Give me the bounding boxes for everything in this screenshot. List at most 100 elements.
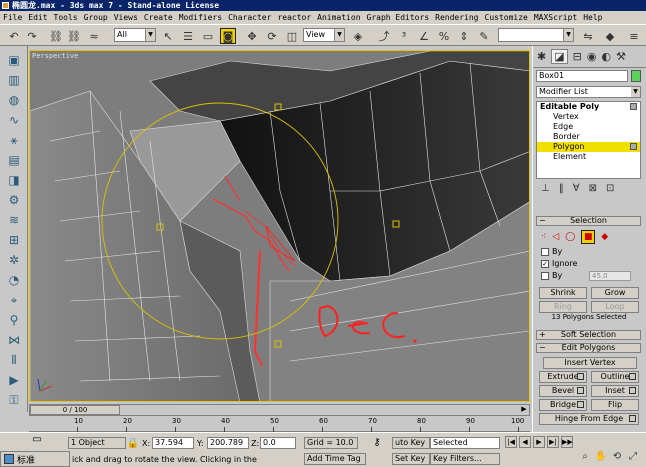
unlink-icon[interactable]: ⛓ bbox=[66, 28, 82, 44]
cloth-collection-icon[interactable]: ▥ bbox=[6, 72, 22, 88]
menu-group[interactable]: Group bbox=[84, 13, 108, 22]
hinge-icon[interactable]: ⚲ bbox=[6, 312, 22, 328]
modifier-list-dropdown[interactable]: Modifier List ▼ bbox=[536, 86, 641, 98]
time-slider[interactable]: 0 / 100 ▶ bbox=[29, 404, 530, 416]
mini-listener-icon[interactable]: ▭ bbox=[30, 432, 44, 446]
move-icon[interactable]: ✥ bbox=[244, 28, 260, 44]
menu-character[interactable]: Character bbox=[228, 13, 271, 22]
pan-icon[interactable]: ✋ bbox=[594, 450, 608, 464]
water-icon[interactable]: ◔ bbox=[6, 272, 22, 288]
constraint-icon[interactable]: ⌖ bbox=[6, 292, 22, 308]
by-angle-row[interactable]: By bbox=[541, 271, 562, 281]
extrude-button[interactable]: Extrude bbox=[539, 371, 587, 383]
modify-tab-icon[interactable]: ◪ bbox=[551, 49, 568, 64]
z-coordinate-field[interactable]: 0.0 bbox=[260, 437, 296, 449]
grow-button[interactable]: Grow bbox=[591, 287, 639, 299]
named-selection-icon[interactable]: ✎ bbox=[476, 28, 492, 44]
shrink-button[interactable]: Shrink bbox=[539, 287, 587, 299]
by-angle-checkbox[interactable] bbox=[541, 272, 549, 280]
menu-maxscript[interactable]: MAXScript bbox=[534, 13, 577, 22]
selection-filter-dropdown[interactable]: All ▼ bbox=[114, 28, 156, 42]
stack-item-edge[interactable]: Edge bbox=[537, 122, 640, 132]
auto-key-button[interactable]: uto Key bbox=[392, 437, 430, 449]
select-manipulate-icon[interactable]: ⤴ bbox=[376, 28, 392, 44]
menu-graph-editors[interactable]: Graph Editors bbox=[367, 13, 430, 22]
edit-polygons-rollout-header[interactable]: − Edit Polygons bbox=[536, 343, 641, 353]
fracture-icon[interactable]: ✲ bbox=[6, 252, 22, 268]
outline-button[interactable]: Outline bbox=[591, 371, 639, 383]
maximize-viewport-icon[interactable]: ⤢ bbox=[626, 450, 640, 464]
rotate-icon[interactable]: ⟳ bbox=[264, 28, 280, 44]
utilities-tab-icon[interactable]: ⚒ bbox=[616, 50, 626, 63]
x-coordinate-field[interactable]: 37.594 bbox=[152, 437, 194, 449]
hinge-from-edge-button[interactable]: Hinge From Edge bbox=[539, 413, 639, 425]
ring-button[interactable]: Ring bbox=[539, 301, 587, 313]
configure-sets-icon[interactable]: ⊡ bbox=[606, 183, 614, 197]
window-crossing-icon[interactable]: ◙ bbox=[220, 28, 236, 44]
prismatic-icon[interactable]: ⫴ bbox=[6, 352, 22, 368]
previous-frame-icon[interactable]: ◀ bbox=[519, 436, 531, 448]
display-tab-icon[interactable]: ◐ bbox=[601, 50, 611, 63]
soft-body-icon[interactable]: ◍ bbox=[6, 92, 22, 108]
menu-reactor[interactable]: reactor bbox=[277, 13, 311, 22]
snap-toggle-icon[interactable]: ³ bbox=[396, 28, 412, 44]
play-icon[interactable]: ▶ bbox=[533, 436, 545, 448]
motor-icon[interactable]: ⚙ bbox=[6, 192, 22, 208]
element-level-icon[interactable]: ◆ bbox=[601, 232, 608, 242]
menu-tools[interactable]: Tools bbox=[54, 13, 78, 22]
stack-item-polygon[interactable]: Polygon bbox=[537, 142, 640, 152]
next-frame-icon[interactable]: ▶| bbox=[547, 436, 559, 448]
set-key-button[interactable]: Set Key bbox=[392, 453, 430, 465]
go-to-end-icon[interactable]: ▶▶ bbox=[561, 436, 573, 448]
align-icon[interactable]: ◆ bbox=[602, 28, 618, 44]
dashpot-icon[interactable]: ◨ bbox=[6, 172, 22, 188]
menu-modifiers[interactable]: Modifiers bbox=[179, 13, 222, 22]
create-tab-icon[interactable]: ✱ bbox=[537, 50, 546, 63]
outline-settings-icon[interactable] bbox=[629, 373, 636, 380]
viewport-label[interactable]: Perspective bbox=[32, 52, 78, 60]
remove-modifier-icon[interactable]: ⊠ bbox=[589, 183, 597, 197]
key-mode-dropdown[interactable]: Selected bbox=[430, 437, 500, 449]
menu-edit[interactable]: Edit bbox=[28, 13, 47, 22]
angle-spinner[interactable]: 45.0 bbox=[589, 271, 631, 281]
edge-level-icon[interactable]: ◁ bbox=[552, 232, 559, 242]
flip-button[interactable]: Flip bbox=[591, 399, 639, 411]
bind-space-warp-icon[interactable]: ≈ bbox=[86, 28, 102, 44]
mirror-icon[interactable]: ⇋ bbox=[580, 28, 596, 44]
loop-button[interactable]: Loop bbox=[591, 301, 639, 313]
make-unique-icon[interactable]: ∀ bbox=[573, 183, 580, 197]
object-color-swatch[interactable] bbox=[631, 70, 641, 82]
menu-views[interactable]: Views bbox=[114, 13, 138, 22]
time-slider-next-icon[interactable]: ▶ bbox=[519, 405, 529, 415]
layer-manager-icon[interactable]: ≡ bbox=[626, 28, 642, 44]
border-level-icon[interactable]: ◯ bbox=[565, 232, 575, 242]
by-vertex-checkbox[interactable] bbox=[541, 248, 549, 256]
named-selection-set-dropdown[interactable]: ▼ bbox=[498, 28, 574, 42]
by-vertex-row[interactable]: By bbox=[541, 247, 562, 257]
inset-button[interactable]: Inset bbox=[591, 385, 639, 397]
key-icon[interactable]: ⚷ bbox=[370, 435, 384, 449]
ime-icon[interactable] bbox=[4, 454, 14, 464]
plane-icon[interactable]: ▤ bbox=[6, 152, 22, 168]
percent-snap-icon[interactable]: % bbox=[436, 28, 452, 44]
reference-coord-dropdown[interactable]: View ▼ bbox=[303, 28, 345, 42]
soft-selection-rollout-header[interactable]: + Soft Selection bbox=[536, 330, 641, 340]
point-point-icon[interactable]: ⋈ bbox=[6, 332, 22, 348]
perspective-viewport[interactable]: Perspective bbox=[29, 50, 530, 402]
zoom-icon[interactable]: ⌕ bbox=[578, 450, 592, 464]
wind-icon[interactable]: ≋ bbox=[6, 212, 22, 228]
stack-item-element[interactable]: Element bbox=[537, 152, 640, 162]
analyze-world-icon[interactable]: ⚿ bbox=[6, 392, 22, 408]
pivot-center-icon[interactable]: ◈ bbox=[350, 28, 366, 44]
region-select-icon[interactable]: ▭ bbox=[200, 28, 216, 44]
show-end-result-icon[interactable]: ‖ bbox=[559, 183, 564, 197]
toy-car-icon[interactable]: ⊞ bbox=[6, 232, 22, 248]
time-slider-thumb[interactable]: 0 / 100 bbox=[30, 405, 120, 415]
extrude-settings-icon[interactable] bbox=[577, 373, 584, 380]
spinner-snap-icon[interactable]: ⇕ bbox=[456, 28, 472, 44]
bevel-button[interactable]: Bevel bbox=[539, 385, 587, 397]
preview-animation-icon[interactable]: ▶ bbox=[6, 372, 22, 388]
vertex-level-icon[interactable]: ⁖ bbox=[541, 232, 546, 242]
ignore-backfacing-checkbox[interactable]: ✓ bbox=[541, 260, 549, 268]
object-name-field[interactable]: Box01 bbox=[536, 70, 628, 82]
